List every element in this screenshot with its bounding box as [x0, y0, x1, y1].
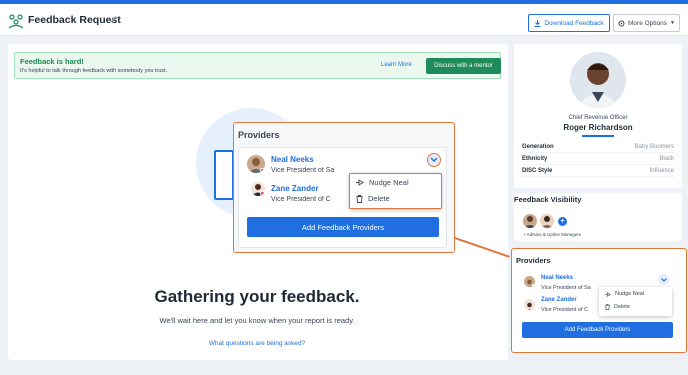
- attribute-label: DISC Style: [522, 168, 553, 174]
- profile-name: Roger Richardson: [563, 123, 633, 132]
- avatar: [524, 276, 535, 287]
- delete-label: Delete: [614, 304, 630, 310]
- attribute-value: Baby Boomers: [634, 144, 674, 150]
- nudge-label: Nudge Neal: [615, 291, 645, 297]
- providers-zoom-callout: Providers Neal Neeks Vice President of S…: [233, 122, 455, 253]
- trash-icon: [605, 304, 610, 310]
- visibility-title: Feedback Visibility: [514, 195, 582, 204]
- illustration-card: [214, 150, 234, 200]
- provider-role: Vice President of Sa: [271, 167, 335, 174]
- provider-name[interactable]: Zane Zander: [541, 297, 577, 303]
- providers-title: Providers: [516, 256, 551, 265]
- profile-photo: [570, 52, 626, 108]
- questions-link[interactable]: What questions are being asked?: [0, 340, 514, 347]
- team-icon: [8, 14, 24, 29]
- avatar: [524, 299, 535, 310]
- feedback-tip-banner: Feedback is hard! It's helpful to talk t…: [14, 52, 501, 79]
- chevron-down-icon[interactable]: [658, 274, 669, 285]
- page-title: Feedback Request: [28, 14, 121, 26]
- caret-down-icon: ▼: [670, 20, 675, 26]
- visibility-caption: + Admins & Upline Managers: [523, 232, 582, 237]
- provider-role: Vice President of C: [541, 307, 588, 313]
- add-feedback-providers-button[interactable]: Add Feedback Providers: [522, 322, 673, 338]
- avatar: [540, 214, 554, 228]
- attribute-row: Ethnicity Black: [522, 154, 674, 165]
- avatar: [247, 155, 265, 173]
- wait-message: We'll wait here and let you know when yo…: [159, 316, 355, 325]
- trash-icon: [356, 194, 363, 203]
- provider-role: Vice President of Sa: [541, 285, 591, 291]
- attribute-row: Generation Baby Boomers: [522, 142, 674, 153]
- nudge-label: Nudge Neal: [369, 178, 409, 187]
- provider-name[interactable]: Neal Neeks: [541, 275, 573, 281]
- name-underline: [582, 135, 614, 137]
- attribute-label: Generation: [522, 144, 554, 150]
- banner-text: It's helpful to talk through feedback wi…: [20, 68, 168, 74]
- provider-action-menu: Nudge Neal Delete: [599, 287, 672, 316]
- add-feedback-providers-button[interactable]: Add Feedback Providers: [247, 217, 439, 237]
- provider-action-menu: Nudge Neal Delete: [349, 173, 442, 209]
- download-icon: [534, 19, 541, 27]
- delete-label: Delete: [368, 194, 390, 203]
- job-title: Chief Revenue Officer: [568, 115, 628, 121]
- provider-name[interactable]: Zane Zander: [271, 184, 319, 193]
- avatar: [251, 182, 265, 196]
- profile-panel: Chief Revenue Officer Roger Richardson G…: [514, 44, 682, 188]
- providers-card: Neal Neeks Vice President of Sa Zane Zan…: [238, 147, 447, 248]
- download-feedback-label: Download Feedback: [544, 19, 604, 27]
- providers-title: Providers: [238, 130, 280, 140]
- nudge-menu-item[interactable]: Nudge Neal: [605, 291, 644, 297]
- edit-icon[interactable]: [110, 15, 118, 23]
- attribute-label: Ethnicity: [522, 156, 548, 162]
- discuss-mentor-button[interactable]: Discuss with a mentor: [426, 58, 501, 74]
- chevron-down-icon[interactable]: [427, 153, 441, 167]
- download-feedback-button[interactable]: Download Feedback: [528, 14, 610, 32]
- delete-menu-item[interactable]: Delete: [356, 194, 390, 203]
- nudge-icon: [605, 291, 611, 297]
- attribute-row: DISC Style Influence: [522, 166, 674, 177]
- avatar: [523, 214, 537, 228]
- learn-more-link[interactable]: Learn More: [381, 62, 412, 68]
- nudge-menu-item[interactable]: Nudge Neal: [356, 178, 409, 187]
- banner-title: Feedback is hard!: [20, 57, 84, 66]
- provider-role: Vice President of C: [271, 196, 331, 203]
- providers-panel: Providers Neal Neeks Vice President of S…: [511, 248, 687, 353]
- attribute-value: Influence: [649, 168, 674, 174]
- feedback-visibility-panel: Feedback Visibility + + Admins & Upline …: [514, 193, 682, 241]
- page-header: Feedback Request Download Feedback More …: [0, 4, 688, 36]
- settings-icon: [618, 20, 625, 26]
- provider-name[interactable]: Neal Neeks: [271, 155, 314, 164]
- more-options-button[interactable]: More Options ▼: [613, 14, 680, 32]
- add-viewer-icon[interactable]: +: [558, 217, 567, 226]
- gathering-heading: Gathering your feedback.: [154, 287, 360, 306]
- more-options-label: More Options: [628, 19, 668, 27]
- delete-menu-item[interactable]: Delete: [605, 304, 630, 310]
- attribute-value: Black: [659, 156, 674, 162]
- nudge-icon: [356, 179, 364, 186]
